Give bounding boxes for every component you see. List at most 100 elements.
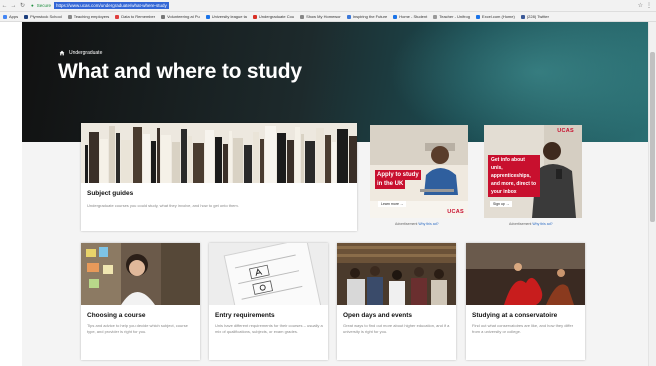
advert-headline: Get info about unis, apprenticeships, an… <box>488 155 540 197</box>
book-spine <box>287 140 294 183</box>
bookmark-favicon-icon <box>346 14 351 19</box>
book-spine <box>229 131 232 183</box>
why-this-ad-link[interactable]: Why this ad? <box>418 222 438 226</box>
card-entry-requirements[interactable]: Entry requirements Unis have different r… <box>209 243 328 360</box>
bookmark-item[interactable]: Volunteering at Pu <box>161 14 200 19</box>
bookmark-item[interactable]: Data to Remember <box>115 14 155 19</box>
book-spine <box>157 128 160 183</box>
bookmark-label: Excel.com (Home) <box>481 14 515 19</box>
bookmark-item[interactable]: (228) Twitter <box>520 14 549 19</box>
advert-sign-up[interactable]: UCAS Get info about unis, apprenticeship… <box>484 125 582 218</box>
bookmark-item[interactable]: Teacher - Unifrog <box>433 14 470 19</box>
bookmark-favicon-icon <box>300 14 305 19</box>
book-spine <box>172 142 180 183</box>
home-icon[interactable] <box>59 50 65 56</box>
page-scrollbar[interactable] <box>648 22 656 366</box>
bookmark-item[interactable]: Teaching employers <box>67 14 109 19</box>
bookmark-favicon-icon <box>115 14 120 19</box>
bookmark-label: (228) Twitter <box>526 14 549 19</box>
book-spine <box>215 137 222 183</box>
scrollbar-thumb[interactable] <box>650 52 655 222</box>
bookmark-item[interactable]: Undergraduate Cou <box>252 14 294 19</box>
subject-guides-card[interactable]: Subject guides Undergraduate courses you… <box>81 123 357 231</box>
bookmark-favicon-icon <box>475 14 480 19</box>
card-title[interactable]: Entry requirements <box>215 312 275 319</box>
bookmark-label: Home - Student <box>399 14 428 19</box>
why-this-ad-link[interactable]: Why this ad? <box>532 222 552 226</box>
reload-icon[interactable]: ↻ <box>18 2 27 9</box>
menu-icon[interactable]: ⋮ <box>646 2 652 9</box>
bookmark-favicon-icon <box>161 14 166 19</box>
book-spine <box>253 132 259 183</box>
card-title[interactable]: Choosing a course <box>87 312 146 319</box>
bookmark-item[interactable]: Apps <box>3 14 18 19</box>
book-spine <box>116 133 120 183</box>
advert-label: Advertisement <box>395 222 418 226</box>
bookmark-favicon-icon <box>24 14 29 19</box>
book-spine <box>133 127 142 183</box>
book-spine <box>295 127 300 183</box>
advert-headline-2: in the UK <box>375 179 406 189</box>
books-image <box>81 123 357 183</box>
advert-caption-2: Advertisement Why this ad? <box>509 222 553 226</box>
back-arrow-icon[interactable]: ← <box>0 3 9 9</box>
book-spine <box>121 140 132 183</box>
bookmark-favicon-icon <box>520 14 525 19</box>
bookmarks-bar: Apps Plymstock School Teaching employers Da… <box>0 12 656 22</box>
advert-headline-line: and more, direct to <box>491 181 537 187</box>
browser-address-bar: ← → ↻ ● Secure https://www.ucas.com/unde… <box>0 0 656 12</box>
bookmark-favicon-icon <box>252 14 257 19</box>
book-spine <box>260 139 264 183</box>
book-spine <box>244 145 252 183</box>
entry-requirements-photo <box>209 243 328 305</box>
book-spine <box>265 126 276 183</box>
bookmark-label: University league ta <box>211 14 247 19</box>
advert-learn-more-button[interactable]: Learn more → <box>378 201 407 207</box>
url-field[interactable]: https://www.ucas.com/undergraduate/what-… <box>53 2 169 9</box>
subject-guides-description: Undergraduate courses you could study, w… <box>87 203 239 208</box>
secure-label: Secure <box>36 3 51 8</box>
bookmark-item[interactable]: University league ta <box>205 14 247 19</box>
bookmark-item[interactable]: Home - Student <box>393 14 427 19</box>
book-spine <box>325 135 331 183</box>
bookmark-label: Plymstock School <box>30 14 62 19</box>
bookmark-favicon-icon <box>433 14 438 19</box>
bookmark-favicon-icon <box>67 14 72 19</box>
book-spine <box>151 141 156 183</box>
card-title[interactable]: Studying at a conservatoire <box>472 312 557 319</box>
card-conservatoire[interactable]: Studying at a conservatoire Find out wha… <box>466 243 585 360</box>
advert-sign-up-button[interactable]: Sign up → <box>490 201 513 207</box>
book-spine <box>301 134 304 183</box>
bookmark-item[interactable]: Plymstock School <box>24 14 62 19</box>
book-spine <box>188 136 192 183</box>
breadcrumb-undergraduate[interactable]: Undergraduate <box>69 50 102 56</box>
advert-apply-uk[interactable]: Apply to study in the UK Learn more → UC… <box>370 125 468 218</box>
breadcrumb: Undergraduate <box>59 50 102 56</box>
book-spine <box>109 126 115 183</box>
book-spine <box>223 144 228 183</box>
card-open-days[interactable]: Open days and events Great ways to find … <box>337 243 456 360</box>
forward-arrow-icon[interactable]: → <box>9 3 18 9</box>
book-spine <box>89 132 99 183</box>
book-spine <box>233 138 243 183</box>
bookmark-favicon-icon <box>205 14 210 19</box>
subject-guides-title[interactable]: Subject guides <box>87 190 133 197</box>
bookmark-label: Apps <box>9 14 19 19</box>
book-spine <box>332 142 336 183</box>
thinking-student-image <box>81 243 200 305</box>
choosing-course-photo <box>81 243 200 305</box>
advert-headline-line: your inbox <box>491 189 517 195</box>
card-choosing-a-course[interactable]: Choosing a course Tips and advice to hel… <box>81 243 200 360</box>
bookmark-label: Show My Homewor <box>306 14 341 19</box>
card-description: Great ways to find out more about higher… <box>343 323 450 334</box>
ucas-logo: UCAS <box>447 209 464 215</box>
book-spine <box>100 139 108 183</box>
card-title[interactable]: Open days and events <box>343 312 412 319</box>
grades-paper-image <box>209 243 328 305</box>
bookmark-item[interactable]: Show My Homewor <box>300 14 341 19</box>
star-icon[interactable]: ☆ <box>638 2 643 9</box>
book-spine <box>161 135 171 183</box>
bookmark-label: Inspiring the Future <box>352 14 388 19</box>
bookmark-item[interactable]: Inspiring the Future <box>346 14 388 19</box>
bookmark-item[interactable]: Excel.com (Home) <box>475 14 515 19</box>
